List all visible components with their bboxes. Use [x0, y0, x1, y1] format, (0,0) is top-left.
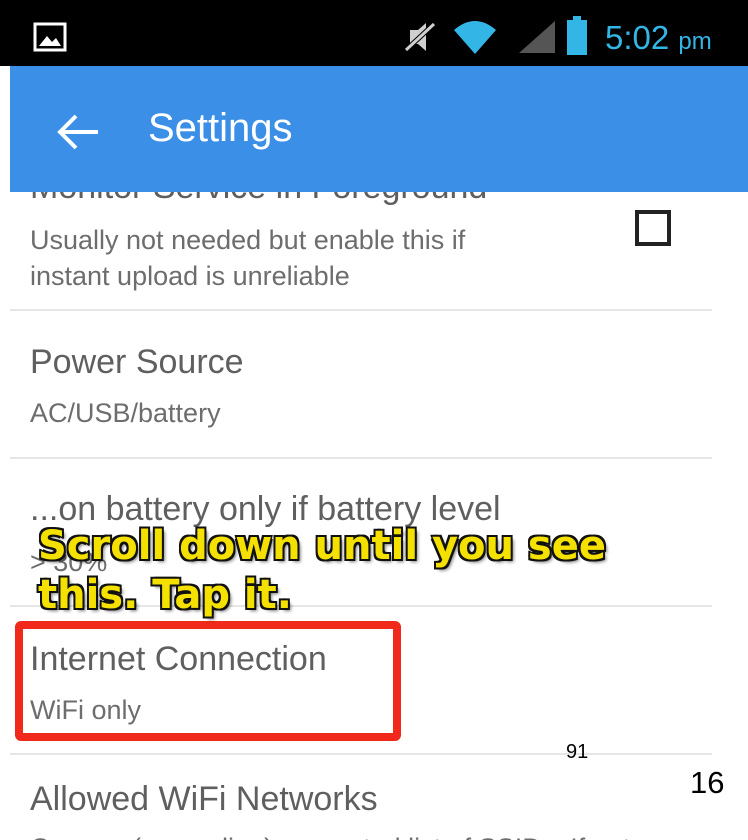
settings-list[interactable]: Monitor Service in Foreground Usually no… [10, 192, 748, 840]
page-title: Settings [148, 106, 293, 150]
page-number-large: 16 [690, 765, 725, 800]
back-arrow-icon[interactable] [54, 112, 104, 152]
image-notification-icon [33, 22, 67, 52]
callout-line-2: this. Tap it. [37, 571, 294, 620]
setting-summary: instant upload is unreliable [30, 261, 350, 291]
wifi-icon [454, 21, 496, 54]
battery-icon [567, 16, 587, 55]
callout-line-1: Scroll down until you see [37, 522, 608, 571]
status-bar: 5:02 pm [0, 0, 748, 66]
setting-title: Power Source [30, 343, 244, 381]
highlight-box [15, 621, 401, 741]
divider [10, 309, 712, 311]
mute-icon [404, 22, 436, 52]
monitor-service-checkbox[interactable] [635, 210, 671, 246]
setting-title: Allowed WiFi Networks [30, 780, 378, 818]
divider [10, 753, 712, 755]
app-bar: Settings [10, 66, 748, 192]
page-number-small: 91 [566, 741, 589, 763]
status-time: 5:02 pm [605, 19, 712, 57]
setting-summary: Usually not needed but enable this if [30, 225, 466, 255]
setting-summary: AC/USB/battery [30, 398, 221, 428]
status-time-value: 5:02 [605, 19, 670, 56]
signal-icon [519, 21, 555, 53]
setting-title: Monitor Service in Foreground [30, 192, 487, 207]
setting-summary: Comma (or newline) separated list of SSI… [30, 830, 630, 840]
status-time-ampm: pm [678, 28, 712, 55]
divider [10, 457, 712, 459]
